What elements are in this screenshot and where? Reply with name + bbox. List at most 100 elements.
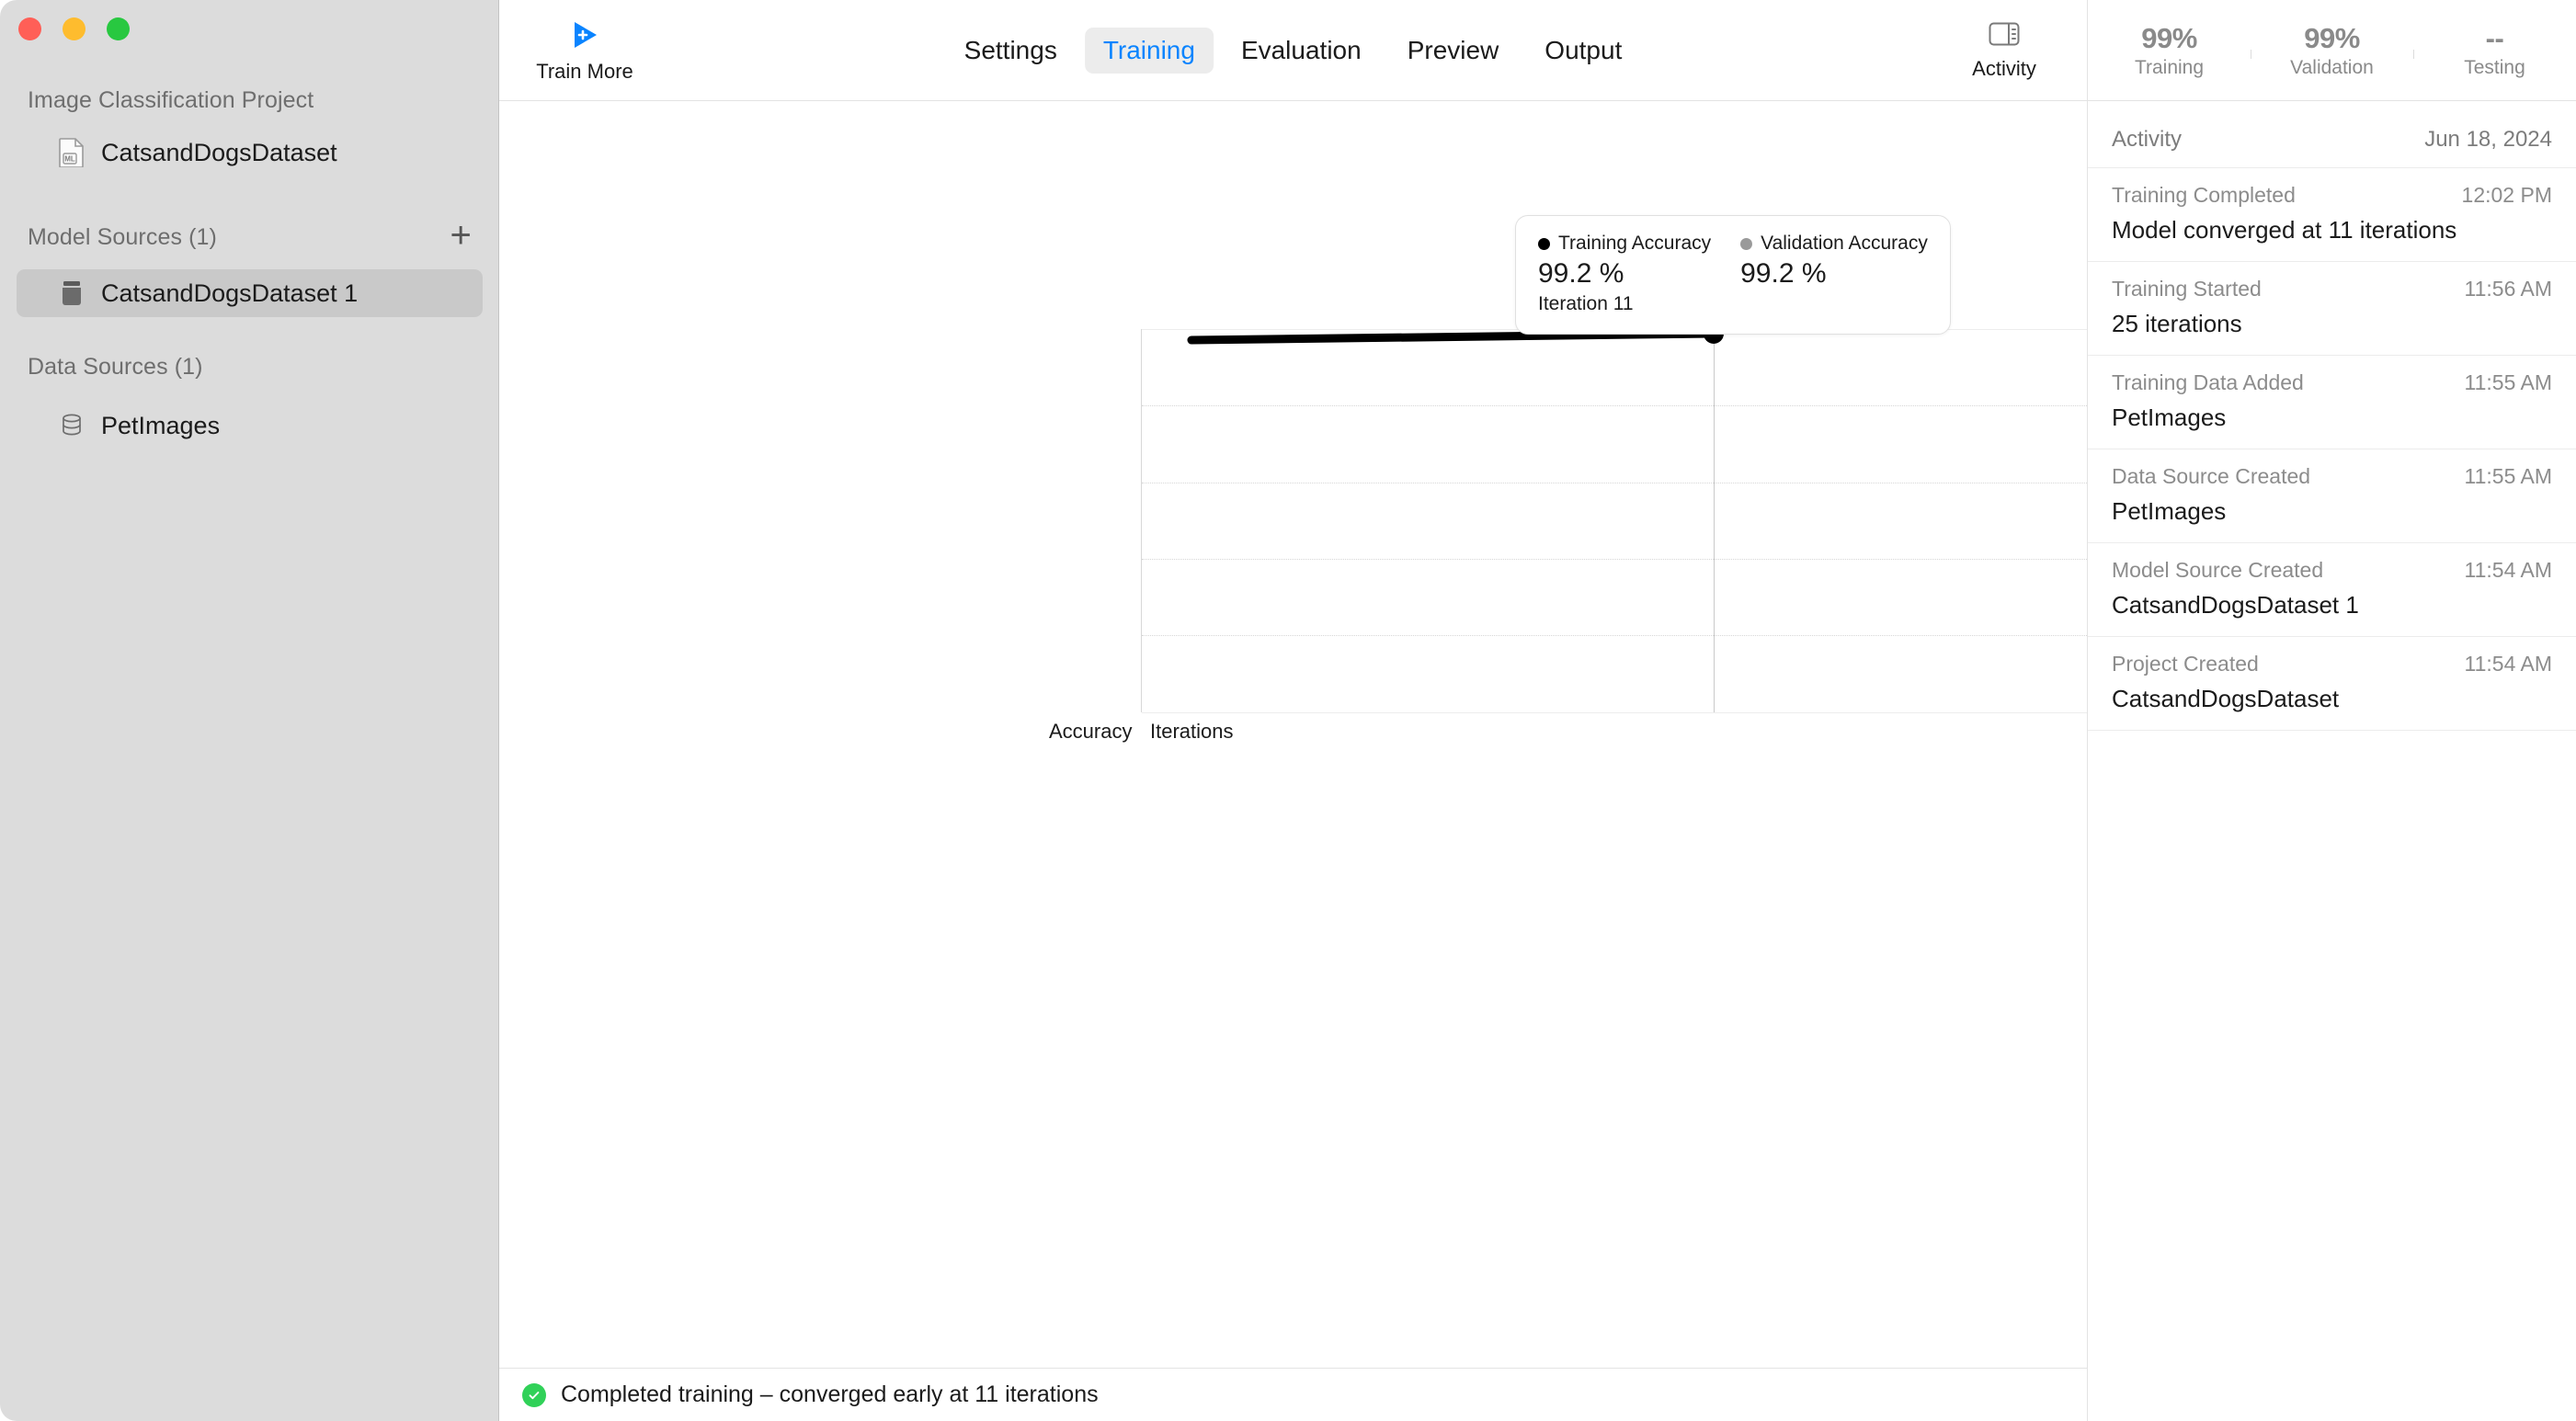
- minimize-button[interactable]: [63, 17, 85, 40]
- training-iteration-label: Iteration 11: [1538, 293, 1711, 315]
- tab-preview[interactable]: Preview: [1389, 28, 1518, 74]
- activity-item-time: 12:02 PM: [2462, 183, 2552, 208]
- traffic-lights: [18, 17, 130, 40]
- tab-evaluation[interactable]: Evaluation: [1223, 28, 1380, 74]
- stat-training-value: 99%: [2141, 22, 2197, 55]
- activity-toggle-button[interactable]: Activity: [1949, 20, 2059, 81]
- activity-item-label: Project Created: [2112, 652, 2259, 676]
- activity-item-top: Model Source Created 11:54 AM: [2112, 558, 2552, 583]
- activity-item[interactable]: Training Started 11:56 AM 25 iterations: [2088, 262, 2576, 356]
- toolbar: Train More Settings Training Evaluation …: [499, 0, 2087, 101]
- activity-item-time: 11:55 AM: [2465, 370, 2552, 395]
- plot-area: [1141, 329, 2087, 712]
- activity-item-top: Project Created 11:54 AM: [2112, 652, 2552, 676]
- train-more-button[interactable]: Train More: [525, 17, 644, 84]
- activity-item-detail: CatsandDogsDataset: [2112, 685, 2552, 713]
- stat-validation: 99% Validation: [2251, 22, 2413, 79]
- training-legend-dot-icon: [1538, 238, 1550, 250]
- train-more-label: Train More: [536, 60, 633, 84]
- add-model-source-button[interactable]: +: [450, 217, 472, 254]
- chart-tooltip: Training Accuracy 99.2 % Iteration 11 Va…: [1515, 215, 1951, 335]
- activity-item-label: Training Completed: [2112, 183, 2296, 208]
- validation-accuracy-value: 99.2 %: [1740, 258, 1928, 290]
- stat-validation-value: 99%: [2304, 22, 2360, 55]
- sidebar: Image Classification Project ML CatsandD…: [0, 0, 499, 1421]
- ml-document-icon: ML: [58, 138, 85, 168]
- activity-item-label: Training Started: [2112, 277, 2262, 301]
- main-area: Train More Settings Training Evaluation …: [499, 0, 2087, 1421]
- x-axis-label: Iterations: [1150, 720, 1234, 744]
- tab-bar: Settings Training Evaluation Preview Out…: [946, 28, 1641, 74]
- activity-item-top: Data Source Created 11:55 AM: [2112, 464, 2552, 489]
- stat-training-label: Training: [2135, 57, 2204, 79]
- sidebar-item-project[interactable]: ML CatsandDogsDataset: [17, 129, 483, 176]
- activity-item-detail: PetImages: [2112, 497, 2552, 526]
- activity-item-top: Training Completed 12:02 PM: [2112, 183, 2552, 208]
- app-window: Image Classification Project ML CatsandD…: [0, 0, 2576, 1421]
- close-button[interactable]: [18, 17, 41, 40]
- database-icon: [58, 411, 85, 441]
- sidebar-panel-icon: [1988, 20, 2021, 52]
- tooltip-validation-column: Validation Accuracy 99.2 %: [1740, 233, 1928, 315]
- tooltip-training-header: Training Accuracy: [1538, 233, 1711, 255]
- activity-item[interactable]: Data Source Created 11:55 AM PetImages: [2088, 449, 2576, 543]
- activity-title: Activity: [2112, 127, 2182, 153]
- status-bar: Completed training – converged early at …: [499, 1368, 2087, 1421]
- activity-item[interactable]: Training Completed 12:02 PM Model conver…: [2088, 168, 2576, 262]
- activity-item[interactable]: Project Created 11:54 AM CatsandDogsData…: [2088, 637, 2576, 731]
- tab-training[interactable]: Training: [1085, 28, 1214, 74]
- play-plus-icon: [567, 17, 602, 57]
- section-model-sources: Model Sources (1) +: [0, 221, 499, 254]
- activity-header: Activity Jun 18, 2024: [2088, 101, 2576, 168]
- training-accuracy-value: 99.2 %: [1538, 258, 1711, 290]
- activity-label: Activity: [1972, 57, 2036, 81]
- status-message: Completed training – converged early at …: [561, 1381, 1099, 1408]
- model-jar-icon: [58, 279, 85, 309]
- training-content: 100 80 60 40 20 0: [499, 101, 2087, 1368]
- section-title-label: Model Sources (1): [28, 224, 217, 251]
- stat-training: 99% Training: [2088, 22, 2251, 79]
- sidebar-item-data-source[interactable]: PetImages: [17, 402, 483, 449]
- activity-item-time: 11:55 AM: [2465, 464, 2552, 489]
- activity-item-detail: 25 iterations: [2112, 310, 2552, 338]
- activity-item-detail: Model converged at 11 iterations: [2112, 216, 2552, 244]
- accuracy-stats: 99% Training 99% Validation -- Testing: [2088, 0, 2576, 101]
- svg-text:ML: ML: [64, 155, 75, 164]
- maximize-button[interactable]: [107, 17, 130, 40]
- check-circle-icon: [522, 1383, 546, 1407]
- y-axis-label: Accuracy: [1049, 720, 1132, 744]
- gridline-0: [1142, 712, 2087, 713]
- tab-settings[interactable]: Settings: [946, 28, 1076, 74]
- stat-validation-label: Validation: [2290, 57, 2374, 79]
- activity-item-label: Training Data Added: [2112, 370, 2304, 395]
- activity-item[interactable]: Model Source Created 11:54 AM CatsandDog…: [2088, 543, 2576, 637]
- activity-date: Jun 18, 2024: [2424, 127, 2552, 153]
- project-header: Image Classification Project: [0, 87, 313, 114]
- activity-item-time: 11:56 AM: [2465, 277, 2552, 301]
- activity-item-top: Training Data Added 11:55 AM: [2112, 370, 2552, 395]
- sidebar-item-label: CatsandDogsDataset 1: [101, 279, 358, 308]
- activity-item-detail: CatsandDogsDataset 1: [2112, 591, 2552, 620]
- activity-item-detail: PetImages: [2112, 404, 2552, 432]
- tab-output[interactable]: Output: [1526, 28, 1640, 74]
- training-legend-label: Training Accuracy: [1558, 233, 1711, 255]
- tooltip-validation-header: Validation Accuracy: [1740, 233, 1928, 255]
- activity-item-label: Data Source Created: [2112, 464, 2310, 489]
- section-data-sources: Data Sources (1): [0, 354, 203, 381]
- activity-item-time: 11:54 AM: [2465, 652, 2552, 676]
- activity-item-top: Training Started 11:56 AM: [2112, 277, 2552, 301]
- sidebar-item-label: CatsandDogsDataset: [101, 139, 337, 167]
- sidebar-item-model-source[interactable]: CatsandDogsDataset 1: [17, 269, 483, 317]
- tooltip-training-column: Training Accuracy 99.2 % Iteration 11: [1538, 233, 1711, 315]
- activity-item-time: 11:54 AM: [2465, 558, 2552, 583]
- stat-testing-value: --: [2486, 22, 2504, 55]
- validation-legend-label: Validation Accuracy: [1761, 233, 1928, 255]
- validation-legend-dot-icon: [1740, 238, 1752, 250]
- stat-testing: -- Testing: [2413, 22, 2576, 79]
- activity-item-label: Model Source Created: [2112, 558, 2323, 583]
- sidebar-item-label: PetImages: [101, 412, 220, 440]
- activity-item[interactable]: Training Data Added 11:55 AM PetImages: [2088, 356, 2576, 449]
- stat-testing-label: Testing: [2464, 57, 2525, 79]
- accuracy-chart: 100 80 60 40 20 0: [499, 101, 2087, 763]
- activity-panel: 99% Training 99% Validation -- Testing A…: [2087, 0, 2576, 1421]
